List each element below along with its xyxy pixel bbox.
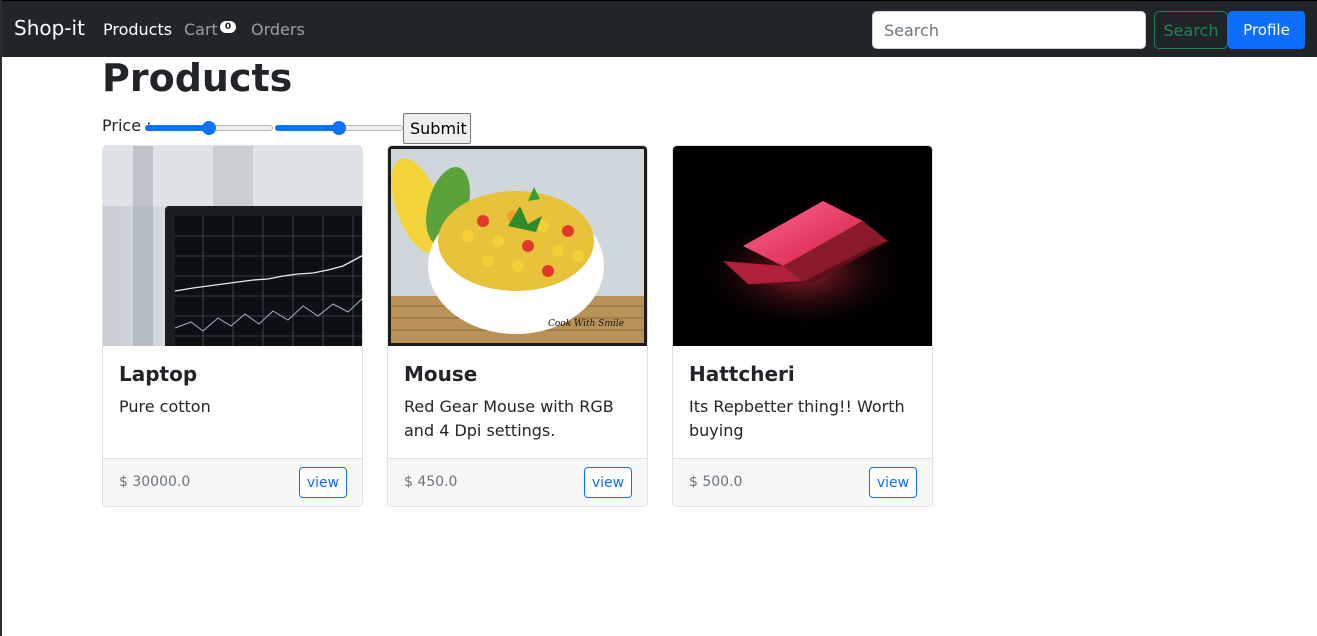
- product-name: Hattcheri: [689, 362, 795, 386]
- red-laptop-image: [673, 146, 932, 346]
- slider-thumb[interactable]: [332, 121, 346, 135]
- laptop-chart-image: [103, 146, 362, 346]
- slider-fill: [275, 125, 339, 131]
- submit-button[interactable]: Submit: [403, 113, 471, 144]
- card-footer: $ 30000.0 view: [103, 458, 362, 506]
- cart-count-badge: 0: [219, 21, 237, 33]
- product-name: Mouse: [404, 362, 478, 386]
- price-max-slider[interactable]: [275, 120, 403, 136]
- product-description: Pure cotton: [119, 397, 211, 416]
- product-card-hattcheri: Hattcheri Its Repbetter thing!! Worth bu…: [672, 145, 933, 507]
- product-price: $ 450.0: [404, 474, 458, 490]
- product-card-mouse: Cook With Smile Mouse Red Gear Mouse wit…: [387, 145, 648, 507]
- card-footer: $ 500.0 view: [673, 458, 932, 506]
- product-price: $ 500.0: [689, 474, 743, 490]
- card-footer: $ 450.0 view: [388, 458, 647, 506]
- brand-logo[interactable]: Shop-it: [14, 16, 85, 40]
- view-button[interactable]: view: [299, 467, 347, 498]
- nav-orders[interactable]: Orders: [251, 20, 305, 39]
- product-card-laptop: Laptop Pure cotton $ 30000.0 view: [102, 145, 363, 507]
- price-min-slider[interactable]: [145, 120, 273, 136]
- slider-fill: [145, 125, 209, 131]
- product-price: $ 30000.0: [119, 474, 191, 490]
- product-name: Laptop: [119, 362, 198, 386]
- profile-button[interactable]: Profile: [1228, 11, 1305, 49]
- page-title: Products: [102, 56, 293, 100]
- slider-thumb[interactable]: [202, 121, 216, 135]
- nav-products[interactable]: Products: [103, 20, 172, 39]
- nav-cart[interactable]: Cart 0: [184, 20, 237, 39]
- corn-salad-image: Cook With Smile: [388, 146, 647, 346]
- view-button[interactable]: view: [584, 467, 632, 498]
- product-description: Its Repbetter thing!! Worth buying: [689, 397, 905, 440]
- search-input[interactable]: [872, 11, 1146, 49]
- search-button[interactable]: Search: [1154, 11, 1228, 49]
- svg-text:Cook With Smile: Cook With Smile: [548, 319, 624, 329]
- view-button[interactable]: view: [869, 467, 917, 498]
- top-navbar: Shop-it Products Cart0 Orders Search Pro…: [2, 0, 1317, 57]
- product-description: Red Gear Mouse with RGB and 4 Dpi settin…: [404, 397, 614, 440]
- nav-cart-label: Cart: [184, 20, 218, 39]
